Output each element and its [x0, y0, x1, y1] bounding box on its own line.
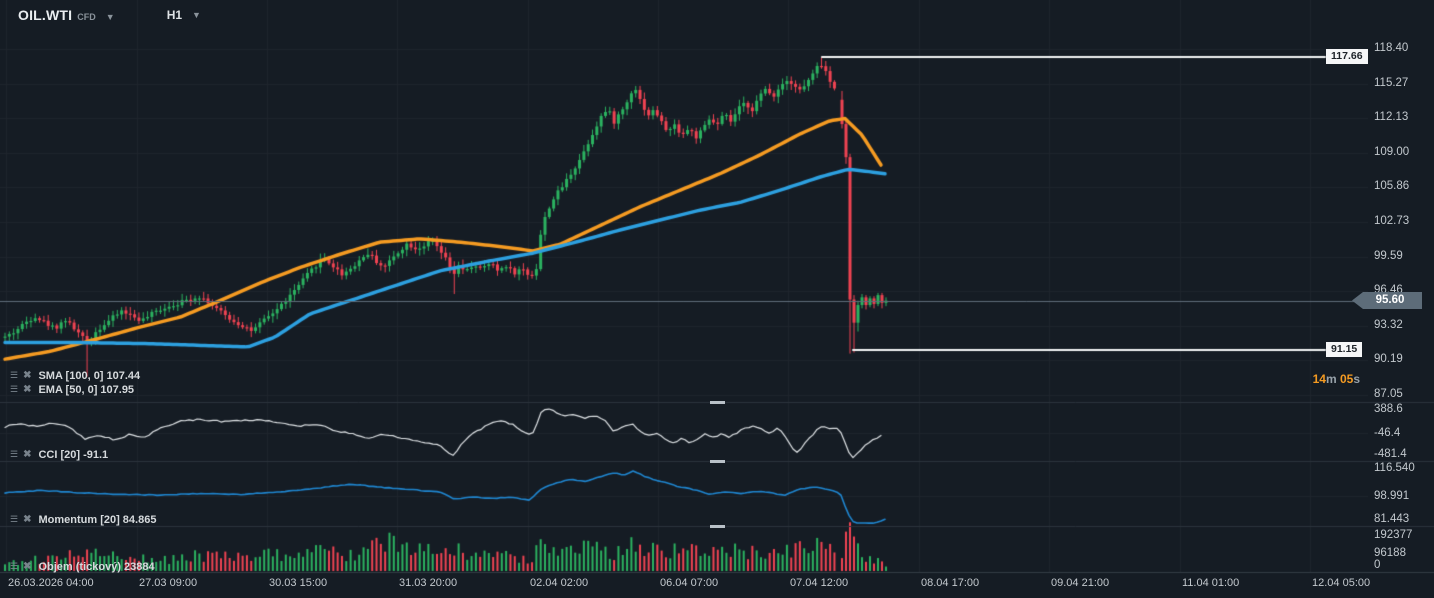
time-tick-label: 12.04 05:00	[1312, 577, 1370, 589]
time-tick-label: 02.04 02:00	[530, 577, 588, 589]
price-tick-label: 115.27	[1374, 77, 1408, 89]
indicator-label-volume: Objem (tickový) 23884	[38, 561, 154, 573]
time-tick-label: 07.04 12:00	[790, 577, 848, 589]
time-tick-label: 08.04 17:00	[921, 577, 979, 589]
panel-resize-handle[interactable]	[710, 460, 725, 463]
momentum-tick-label: 98.991	[1374, 490, 1409, 502]
indicator-settings-icon[interactable]: ☰	[10, 450, 18, 459]
price-tick-label: 99.59	[1374, 250, 1403, 262]
indicator-remove-icon[interactable]: ✖	[23, 371, 31, 381]
price-tick-label: 112.13	[1374, 111, 1408, 123]
cci-tick-label: -46.4	[1374, 427, 1400, 439]
momentum-tick-label: 116.540	[1374, 462, 1415, 474]
volume-tick-label: 0	[1374, 559, 1380, 571]
cci-tick-label: -481.4	[1374, 448, 1407, 460]
trading-chart: OIL.WTI CFD ▼ H1 ▼ ☰ ✖ SMA [100, 0] 107.…	[0, 0, 1434, 598]
time-tick-label: 06.04 07:00	[660, 577, 718, 589]
time-tick-label: 31.03 20:00	[399, 577, 457, 589]
indicator-settings-icon[interactable]: ☰	[10, 371, 18, 380]
indicator-remove-icon[interactable]: ✖	[23, 450, 31, 460]
price-tick-label: 118.40	[1374, 42, 1408, 54]
indicator-label-sma: SMA [100, 0] 107.44	[38, 370, 140, 382]
time-tick-label: 30.03 15:00	[269, 577, 327, 589]
chart-header: OIL.WTI CFD ▼ H1 ▼	[0, 0, 1434, 30]
time-tick-label: 09.04 21:00	[1051, 577, 1109, 589]
indicator-label-ema: EMA [50, 0] 107.95	[38, 384, 134, 396]
price-tick-label: 105.86	[1374, 180, 1409, 192]
indicator-label-cci: CCI [20] -91.1	[38, 449, 108, 461]
indicator-label-momentum: Momentum [20] 84.865	[38, 514, 156, 526]
momentum-tick-label: 81.443	[1374, 513, 1409, 525]
resistance-level-label[interactable]: 117.66	[1326, 49, 1368, 64]
volume-tick-label: 96188	[1374, 547, 1406, 559]
cci-tick-label: 388.6	[1374, 403, 1403, 415]
countdown-seconds-unit: s	[1353, 372, 1360, 386]
price-tick-label: 90.19	[1374, 353, 1403, 365]
time-axis[interactable]: 26.03.2026 04:00 27.03 09:00 30.03 15:00 31…	[0, 572, 1434, 598]
time-tick-label: 11.04 01:00	[1182, 577, 1239, 589]
indicator-row-volume: ☰ ✖ Objem (tickový) 23884	[10, 560, 155, 573]
symbol-name: OIL.WTI	[18, 7, 72, 23]
indicator-remove-icon[interactable]: ✖	[23, 385, 31, 395]
symbol-selector[interactable]: OIL.WTI CFD ▼	[18, 7, 115, 23]
countdown-minutes-unit: m	[1326, 372, 1340, 386]
price-tick-label: 87.05	[1374, 388, 1403, 400]
indicator-settings-icon[interactable]: ☰	[10, 515, 18, 524]
chevron-down-icon: ▼	[192, 10, 201, 20]
indicator-row-sma: ☰ ✖ SMA [100, 0] 107.44	[10, 369, 140, 382]
panel-resize-handle[interactable]	[710, 401, 725, 404]
indicator-row-cci: ☰ ✖ CCI [20] -91.1	[10, 448, 108, 461]
current-price-tag: 95.60	[1352, 292, 1422, 309]
indicator-remove-icon[interactable]: ✖	[23, 562, 31, 572]
indicator-settings-icon[interactable]: ☰	[10, 385, 18, 394]
instrument-type-badge: CFD	[77, 12, 96, 22]
timeframe-label: H1	[167, 8, 182, 22]
candle-countdown: 14m 05s	[1313, 372, 1360, 386]
time-tick-label: 26.03.2026 04:00	[8, 577, 94, 589]
timeframe-selector[interactable]: H1 ▼	[167, 8, 201, 22]
indicator-settings-icon[interactable]: ☰	[10, 562, 18, 571]
chevron-down-icon: ▼	[106, 12, 115, 22]
countdown-seconds: 05	[1340, 372, 1353, 386]
price-tick-label: 102.73	[1374, 215, 1409, 227]
indicator-row-momentum: ☰ ✖ Momentum [20] 84.865	[10, 513, 156, 526]
price-axis[interactable]: 118.40 115.27 112.13 109.00 105.86 102.73 99.5…	[1368, 0, 1434, 572]
volume-tick-label: 192377	[1374, 529, 1412, 541]
panel-resize-handle[interactable]	[710, 525, 725, 528]
price-tick-label: 109.00	[1374, 146, 1409, 158]
price-tick-label: 93.32	[1374, 319, 1403, 331]
support-level-label[interactable]: 91.15	[1326, 342, 1362, 357]
time-tick-label: 27.03 09:00	[139, 577, 197, 589]
chart-canvas[interactable]	[0, 0, 1434, 598]
indicator-row-ema: ☰ ✖ EMA [50, 0] 107.95	[10, 383, 134, 396]
indicator-remove-icon[interactable]: ✖	[23, 515, 31, 525]
countdown-minutes: 14	[1313, 372, 1326, 386]
